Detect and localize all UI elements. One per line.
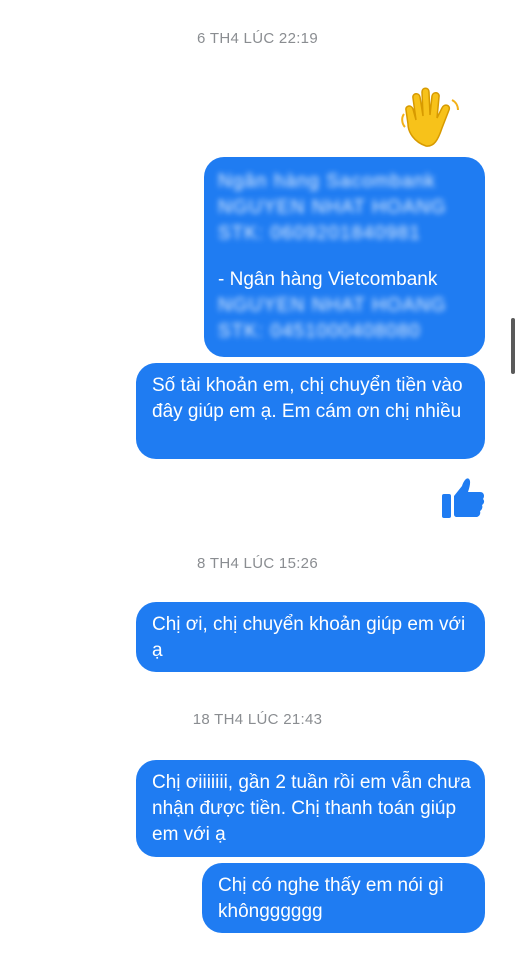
waving-hand-emoji [396,84,468,161]
message-bubble[interactable]: Số tài khoản em, chị chuyển tiền vào đây… [136,363,485,459]
timestamp: 8 TH4 LÚC 15:26 [197,555,318,572]
account-info-bubble[interactable]: Ngân hàng Sacombank NGUYEN NHAT HOANG ST… [204,157,485,357]
timestamp: 18 TH4 LÚC 21:43 [192,711,323,728]
blurred-text: STK: 0609201840981 [218,223,421,244]
message-text: Chị ơiiiiiii, gần 2 tuần rồi em vẫn chưa… [152,772,471,845]
message-bubble[interactable]: Chị ơi, chị chuyển khoản giúp em với ạ [136,602,485,672]
blurred-text: NGUYEN NHAT HOANG [218,295,447,316]
timestamp: 6 TH4 LÚC 22:19 [197,30,318,47]
blurred-text: STK: 0451000408080 [218,321,421,342]
message-text: Chị có nghe thấy em nói gì khôngggggg [218,875,445,922]
message-bubble[interactable]: Chị ơiiiiiii, gần 2 tuần rồi em vẫn chưa… [136,760,485,857]
blurred-text: Ngân hàng Sacombank [218,171,436,192]
bank-name-line: - Ngân hàng Vietcombank [218,269,438,290]
scrollbar[interactable] [511,318,515,374]
message-bubble[interactable]: Chị có nghe thấy em nói gì khôngggggg [202,863,485,933]
message-text: Chị ơi, chị chuyển khoản giúp em với ạ [152,614,466,661]
message-text: Số tài khoản em, chị chuyển tiền vào đây… [152,375,463,422]
blurred-text: NGUYEN NHAT HOANG [218,197,447,218]
thumbs-up-icon[interactable] [440,474,486,525]
